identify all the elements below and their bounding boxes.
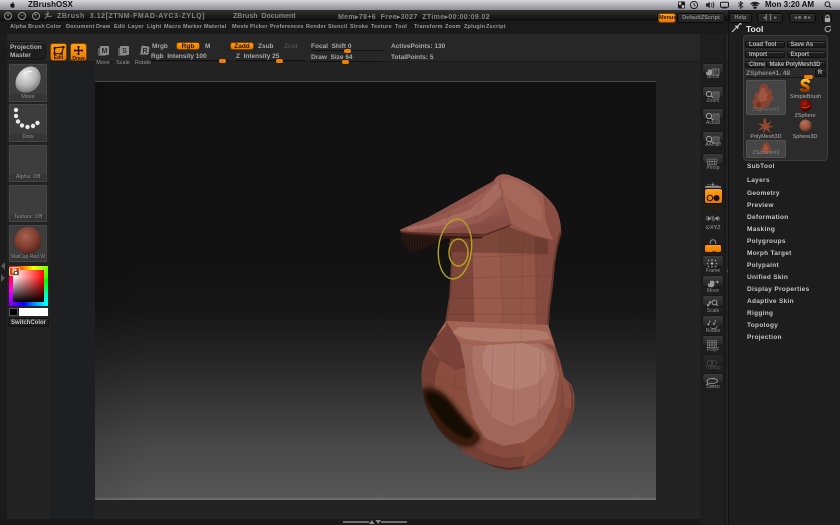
svg-text:S: S xyxy=(122,48,127,55)
svg-text:R: R xyxy=(142,48,147,55)
svg-text:M: M xyxy=(101,48,107,55)
